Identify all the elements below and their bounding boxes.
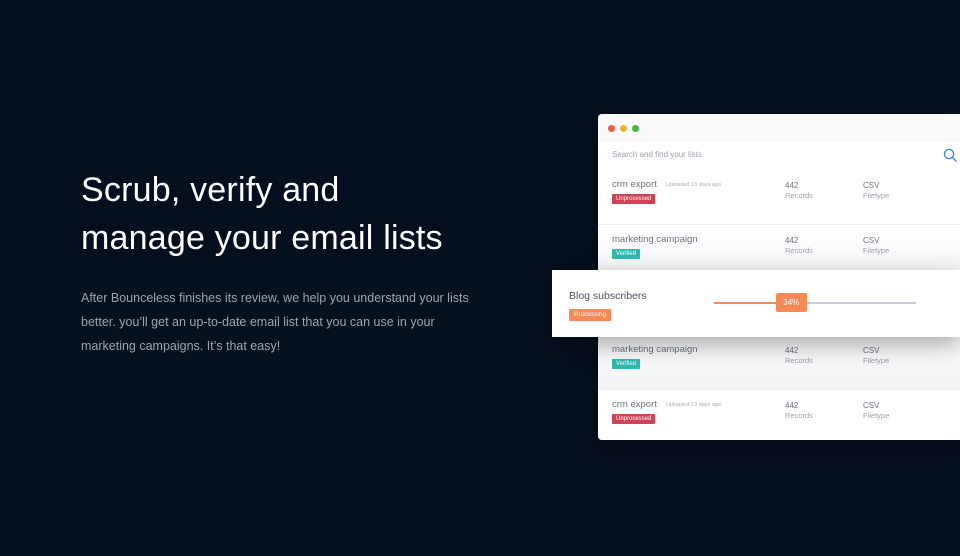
records-count: 442 bbox=[785, 236, 799, 245]
filetype-value: CSV bbox=[863, 181, 880, 190]
progress-percent-badge: 34% bbox=[775, 293, 807, 312]
filetype-value: CSV bbox=[863, 346, 880, 355]
progress-bar bbox=[714, 302, 916, 304]
records-count: 442 bbox=[785, 401, 799, 410]
filetype-label: Filetype bbox=[863, 191, 890, 200]
list-name[interactable]: marketing campaign bbox=[612, 344, 698, 355]
hero-description: After Bounceless finishes its review, we… bbox=[81, 286, 501, 358]
search-input[interactable]: Search and find your lists bbox=[612, 150, 702, 159]
list-name[interactable]: crm export bbox=[612, 179, 657, 190]
list-name[interactable]: crm export bbox=[612, 399, 657, 410]
status-badge: Verified bbox=[612, 359, 641, 369]
records-label: Records bbox=[785, 411, 813, 420]
list-item[interactable]: crm export Uploaded 13 days ago Unproces… bbox=[598, 170, 960, 225]
hero-text: Scrub, verify and manage your email list… bbox=[81, 166, 501, 358]
records-label: Records bbox=[785, 356, 813, 365]
headline-line: Scrub, verify and bbox=[81, 171, 340, 209]
description-line: After Bounceless finishes its review, we… bbox=[81, 291, 469, 305]
processing-list-card[interactable]: Blog subscribers Processing 34% bbox=[552, 270, 960, 337]
description-line: better. you’ll get an up-to-date email l… bbox=[81, 315, 435, 329]
minimize-dot-icon[interactable] bbox=[620, 125, 627, 132]
list-name[interactable]: Blog subscribers bbox=[569, 290, 647, 302]
status-badge: Processing bbox=[569, 309, 612, 321]
window-titlebar bbox=[598, 114, 960, 142]
headline: Scrub, verify and manage your email list… bbox=[81, 166, 501, 262]
status-badge: Unprocessed bbox=[612, 194, 656, 204]
list-name[interactable]: marketing campaign bbox=[612, 234, 698, 245]
filetype-value: CSV bbox=[863, 236, 880, 245]
records-label: Records bbox=[785, 191, 813, 200]
list-item[interactable]: crm export Uploaded 13 days ago Unproces… bbox=[598, 390, 960, 440]
search-bar[interactable]: Search and find your lists bbox=[598, 142, 960, 168]
filetype-label: Filetype bbox=[863, 411, 890, 420]
records-label: Records bbox=[785, 246, 813, 255]
maximize-dot-icon[interactable] bbox=[632, 125, 639, 132]
close-dot-icon[interactable] bbox=[608, 125, 615, 132]
filetype-label: Filetype bbox=[863, 356, 890, 365]
records-count: 442 bbox=[785, 181, 799, 190]
description-line: marketing campaigns. It’s that easy! bbox=[81, 339, 281, 353]
records-count: 442 bbox=[785, 346, 799, 355]
status-badge: Verified bbox=[612, 249, 641, 259]
progress-fill bbox=[714, 302, 783, 304]
list-item[interactable]: marketing campaign Verified 442 Records … bbox=[598, 335, 960, 390]
filetype-label: Filetype bbox=[863, 246, 890, 255]
upload-date: Uploaded 13 days ago bbox=[666, 402, 722, 408]
filetype-value: CSV bbox=[863, 401, 880, 410]
upload-date: Uploaded 13 days ago bbox=[666, 182, 722, 188]
headline-line: manage your email lists bbox=[81, 219, 443, 257]
status-badge: Unprocessed bbox=[612, 414, 656, 424]
search-icon[interactable] bbox=[943, 148, 957, 162]
